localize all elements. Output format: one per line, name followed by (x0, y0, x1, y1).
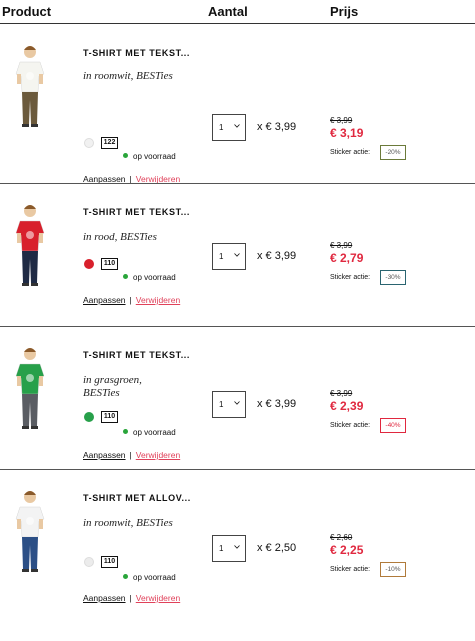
quantity-select[interactable]: 1 (212, 114, 246, 141)
in-stock-dot-icon (123, 429, 128, 435)
original-price: € 2,60 (330, 533, 353, 542)
discounted-price: € 3,19 (330, 126, 364, 140)
color-swatch (84, 412, 94, 422)
row-divider (0, 183, 475, 184)
product-variant: in roomwit, BESTies (83, 517, 173, 529)
quantity-value: 1 (219, 400, 224, 409)
cart-item-row: T-SHIRT MET ALLOV... in roomwit, BESTies… (0, 469, 475, 619)
row-divider (0, 469, 475, 470)
product-title[interactable]: T-SHIRT MET TEKST... (83, 350, 190, 360)
stock-status: op voorraad (123, 573, 176, 582)
quantity-select[interactable]: 1 (212, 535, 246, 562)
discount-badge: -40% (380, 418, 406, 433)
quantity-select[interactable]: 1 (212, 391, 246, 418)
product-column-header: Product (2, 4, 52, 19)
product-variant: in roomwit, BESTies (83, 70, 173, 82)
remove-link[interactable]: Verwijderen (136, 450, 180, 460)
in-stock-dot-icon (123, 574, 128, 580)
discount-badge: -30% (380, 270, 406, 285)
cart-item-row: T-SHIRT MET TEKST... in roomwit, BESTies… (0, 24, 475, 184)
quantity-value: 1 (219, 252, 224, 261)
unit-price: x € 2,50 (257, 542, 297, 554)
chevron-down-icon (234, 401, 240, 405)
sticker-label: Sticker actie: (330, 274, 371, 281)
discounted-price: € 2,39 (330, 399, 364, 413)
in-stock-dot-icon (123, 153, 128, 159)
color-swatch (84, 259, 94, 269)
price-column-header: Prijs (330, 4, 359, 19)
size-box: 110 (101, 258, 118, 270)
adjust-link[interactable]: Aanpassen (83, 295, 126, 305)
quantity-select[interactable]: 1 (212, 243, 246, 270)
discount-badge: -20% (380, 145, 406, 160)
link-separator: | (129, 450, 132, 460)
size-box: 122 (101, 137, 118, 149)
product-model-image (15, 491, 45, 572)
item-actions: Aanpassen | Verwijderen (83, 295, 180, 305)
stock-label: op voorraad (133, 273, 176, 282)
stock-status: op voorraad (123, 152, 176, 161)
quantity-value: 1 (219, 123, 224, 132)
stock-status: op voorraad (123, 428, 176, 437)
color-swatch (84, 138, 94, 148)
chevron-down-icon (234, 124, 240, 128)
link-separator: | (129, 295, 132, 305)
quantity-value: 1 (219, 544, 224, 553)
product-model-image (15, 348, 45, 429)
unit-price: x € 3,99 (257, 398, 297, 410)
color-swatch (84, 557, 94, 567)
size-box: 110 (101, 411, 118, 423)
product-thumbnail[interactable] (6, 487, 54, 577)
sticker-label: Sticker actie: (330, 149, 371, 156)
product-model-image (15, 46, 45, 127)
sticker-label: Sticker actie: (330, 566, 371, 573)
item-actions: Aanpassen | Verwijderen (83, 593, 180, 603)
size-box: 110 (101, 556, 118, 568)
chevron-down-icon (234, 253, 240, 257)
discounted-price: € 2,79 (330, 251, 364, 265)
stock-label: op voorraad (133, 152, 176, 161)
cart-header: Product Aantal Prijs (0, 0, 475, 24)
product-thumbnail[interactable] (6, 201, 54, 291)
product-title[interactable]: T-SHIRT MET TEKST... (83, 207, 190, 217)
item-actions: Aanpassen | Verwijderen (83, 450, 180, 460)
product-thumbnail[interactable] (6, 344, 54, 434)
cart-item-row: T-SHIRT MET TEKST... in grasgroen, BESTi… (0, 326, 475, 476)
quantity-column-header: Aantal (208, 4, 248, 19)
cart-item-row: T-SHIRT MET TEKST... in rood, BESTies 11… (0, 183, 475, 333)
unit-price: x € 3,99 (257, 121, 297, 133)
product-variant: in grasgroen, BESTies (83, 374, 142, 399)
discount-badge: -10% (380, 562, 406, 577)
unit-price: x € 3,99 (257, 250, 297, 262)
stock-status: op voorraad (123, 273, 176, 282)
product-thumbnail[interactable] (6, 42, 54, 132)
stock-label: op voorraad (133, 428, 176, 437)
original-price: € 3,99 (330, 389, 353, 398)
adjust-link[interactable]: Aanpassen (83, 450, 126, 460)
discounted-price: € 2,25 (330, 543, 364, 557)
row-divider (0, 326, 475, 327)
remove-link[interactable]: Verwijderen (136, 593, 180, 603)
original-price: € 3,99 (330, 116, 353, 125)
product-title[interactable]: T-SHIRT MET TEKST... (83, 48, 190, 58)
product-model-image (15, 205, 45, 286)
in-stock-dot-icon (123, 274, 128, 280)
link-separator: | (129, 593, 132, 603)
original-price: € 3,99 (330, 241, 353, 250)
stock-label: op voorraad (133, 573, 176, 582)
sticker-label: Sticker actie: (330, 422, 371, 429)
remove-link[interactable]: Verwijderen (136, 295, 180, 305)
adjust-link[interactable]: Aanpassen (83, 593, 126, 603)
product-variant: in rood, BESTies (83, 231, 157, 243)
product-title[interactable]: T-SHIRT MET ALLOV... (83, 493, 191, 503)
chevron-down-icon (234, 545, 240, 549)
